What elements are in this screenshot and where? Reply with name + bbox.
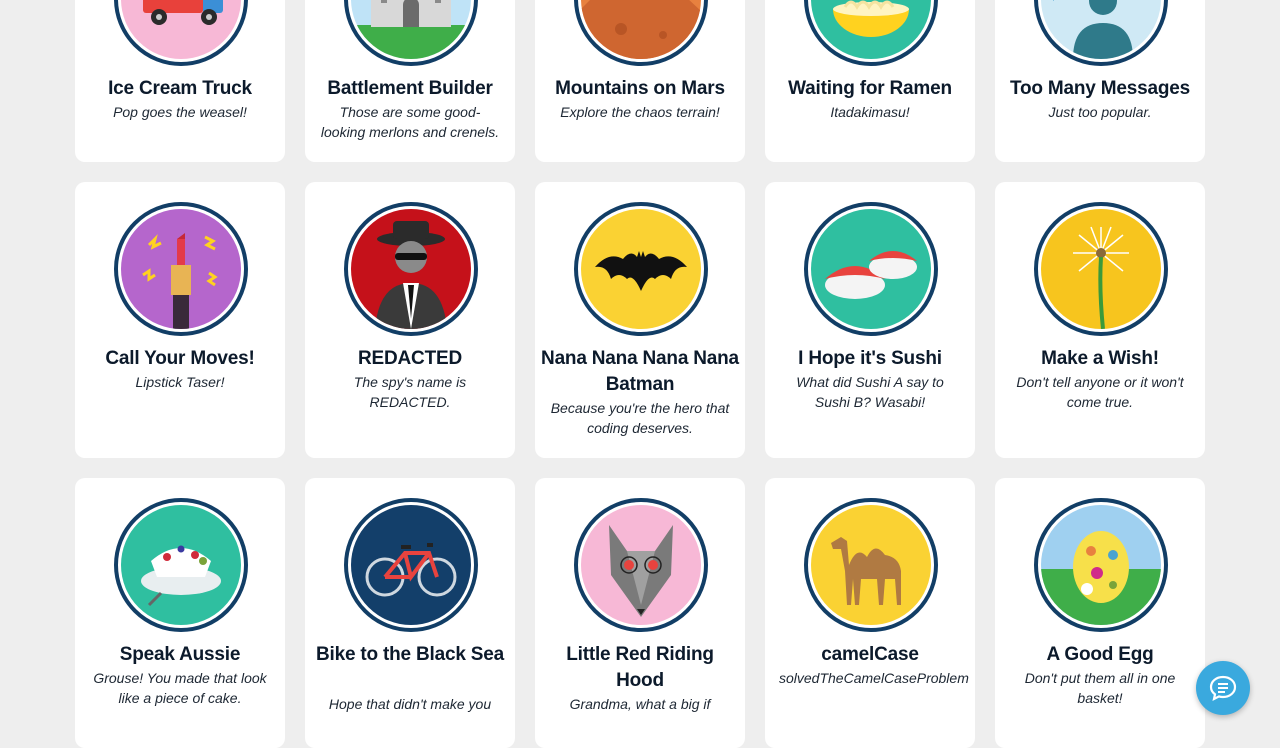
badge-description: Because you're the hero that coding dese…: [550, 400, 730, 436]
badge-title: I Hope it's Sushi: [798, 348, 942, 369]
badge-description: Grandma, what a big if: [569, 696, 711, 712]
castle-icon: [344, 0, 478, 66]
badge-title: Mountains on Mars: [555, 78, 725, 99]
badge-card: Speak Aussie Grouse! You made that look …: [75, 478, 285, 748]
badge-card: A Good Egg Don't put them all in one bas…: [995, 478, 1205, 748]
ice-cream-truck-icon: [114, 0, 248, 66]
wolf-icon: [574, 498, 708, 632]
badge-description: Those are some good-looking merlons and …: [320, 104, 500, 140]
badge-card: Little Red Riding Hood Grandma, what a b…: [535, 478, 745, 748]
badge-description: Itadakimasu!: [830, 104, 910, 120]
badge-title: Ice Cream Truck: [108, 78, 252, 99]
badge-description: Don't put them all in one basket!: [1024, 670, 1176, 706]
badge-card: camelCase solvedTheCamelCaseProblem: [765, 478, 975, 748]
bat-icon: [574, 202, 708, 336]
badge-title: Bike to the Black Sea: [316, 644, 504, 665]
badge-title: Speak Aussie: [119, 644, 241, 665]
badge-title: Waiting for Ramen: [788, 78, 952, 99]
ramen-bowl-icon: [804, 0, 938, 66]
badge-card: Waiting for Ramen Itadakimasu!: [765, 0, 975, 162]
badge-description: Lipstick Taser!: [135, 374, 225, 390]
badge-description: Just too popular.: [1048, 104, 1152, 120]
chat-bubble-icon: [1209, 675, 1237, 702]
badge-card: Nana Nana Nana Nana Batman Because you'r…: [535, 182, 745, 458]
bicycle-icon: [344, 498, 478, 632]
badge-description: Don't tell anyone or it won't come true.: [1016, 374, 1184, 410]
badge-title: Nana Nana Nana Nana Batman: [541, 348, 739, 395]
badge-description: Explore the chaos terrain!: [560, 104, 720, 120]
badge-title: Too Many Messages: [1010, 78, 1190, 99]
badge-card: Call Your Moves! Lipstick Taser!: [75, 182, 285, 458]
badge-title: Call Your Moves!: [105, 348, 255, 369]
lipstick-icon: [114, 202, 248, 336]
sushi-icon: [804, 202, 938, 336]
badge-card: Ice Cream Truck Pop goes the weasel!: [75, 0, 285, 162]
pavlova-cake-icon: [114, 498, 248, 632]
badge-description: What did Sushi A say to Sushi B? Wasabi!: [796, 374, 944, 410]
badge-title: camelCase: [821, 644, 919, 665]
camel-icon: [804, 498, 938, 632]
badge-card: Make a Wish! Don't tell anyone or it won…: [995, 182, 1205, 458]
messages-person-icon: [1034, 0, 1168, 66]
badge-title: A Good Egg: [1046, 644, 1154, 665]
badge-card: Battlement Builder Those are some good-l…: [305, 0, 515, 162]
badge-title: Make a Wish!: [1041, 348, 1159, 369]
mars-mountains-icon: [574, 0, 708, 66]
badge-card: Mountains on Mars Explore the chaos terr…: [535, 0, 745, 162]
badge-description: The spy's name is REDACTED.: [353, 374, 467, 410]
badge-title: Battlement Builder: [327, 78, 493, 99]
badge-description: solvedTheCamelCaseProblem: [779, 670, 969, 686]
badge-description: Grouse! You made that look like a piece …: [93, 670, 267, 706]
badge-card: Too Many Messages Just too popular.: [995, 0, 1205, 162]
easter-egg-icon: [1034, 498, 1168, 632]
chat-button[interactable]: [1196, 661, 1250, 715]
badge-card: I Hope it's Sushi What did Sushi A say t…: [765, 182, 975, 458]
badge-description: Hope that didn't make you: [328, 696, 492, 712]
spy-icon: [344, 202, 478, 336]
badge-title: Little Red Riding Hood: [566, 644, 714, 691]
badge-card: REDACTED The spy's name is REDACTED.: [305, 182, 515, 458]
dandelion-icon: [1034, 202, 1168, 336]
badge-card: Bike to the Black Sea Hope that didn't m…: [305, 478, 515, 748]
badge-description: Pop goes the weasel!: [113, 104, 247, 120]
badge-title: REDACTED: [358, 348, 462, 369]
